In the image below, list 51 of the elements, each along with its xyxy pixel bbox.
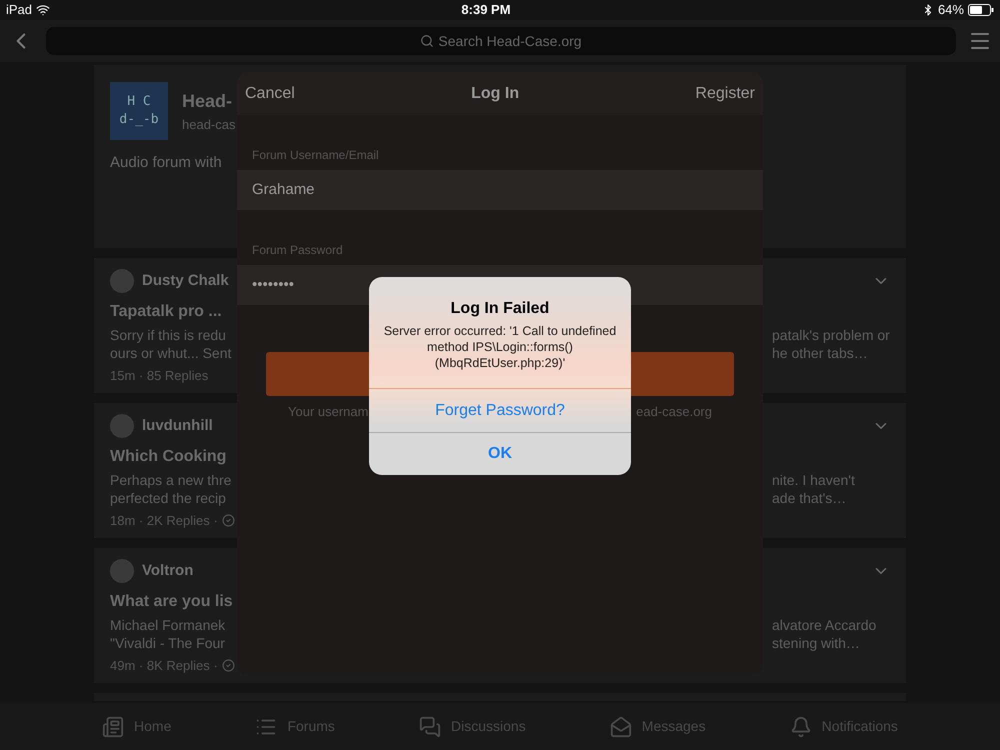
topic-excerpt: stening with… bbox=[772, 634, 861, 652]
author-name: Voltron bbox=[142, 560, 194, 581]
alert-button[interactable]: OK bbox=[369, 432, 631, 475]
topic-excerpt: "Vivaldi - The Four bbox=[110, 634, 225, 652]
topic-excerpt: he other tabs… bbox=[772, 344, 869, 362]
topic-excerpt: patalk's problem or bbox=[772, 326, 890, 344]
topic-excerpt: ade that's… bbox=[772, 489, 848, 507]
topic-title: Which Cooking bbox=[110, 447, 226, 467]
helper-text: ead-case.org bbox=[636, 403, 712, 421]
forum-logo: H C d-_-b bbox=[110, 82, 168, 140]
avatar bbox=[110, 559, 134, 583]
topic-excerpt: alvatore Accardo bbox=[772, 616, 878, 634]
alert-button[interactable]: Forget Password? bbox=[369, 389, 631, 432]
topic-meta: 18m · 2K Replies · bbox=[110, 512, 218, 530]
search-icon bbox=[420, 34, 434, 48]
forum-name: Head- bbox=[182, 90, 234, 113]
author-name: luvdunhill bbox=[142, 416, 213, 436]
topic-excerpt: nite. I haven't bbox=[772, 471, 856, 489]
avatar bbox=[110, 269, 134, 293]
topic-meta: 49m · 8K Replies · bbox=[110, 657, 218, 675]
topic-excerpt: ours or whut... Sent bbox=[110, 344, 232, 362]
forum-description: Audio forum with bbox=[110, 153, 222, 173]
topic-meta: 15m · 85 Replies bbox=[110, 367, 208, 385]
field-label: Forum Password bbox=[251, 242, 344, 259]
topic-title: Tapatalk pro ... bbox=[110, 302, 222, 322]
wifi-icon bbox=[36, 3, 50, 17]
status-time: 8:39 PM bbox=[461, 1, 511, 20]
topic-excerpt: perfected the recip bbox=[110, 489, 226, 507]
avatar bbox=[110, 414, 134, 438]
messages-tab-icon bbox=[610, 716, 632, 738]
author-name: Dusty Chalk bbox=[142, 270, 229, 291]
battery-icon bbox=[968, 4, 994, 16]
topic-excerpt: Perhaps a new thre bbox=[110, 471, 232, 489]
battery-percent: 64% bbox=[938, 1, 964, 20]
topic-excerpt: Sorry if this is redu bbox=[110, 326, 226, 344]
alert-message: Server error occurred: '1 Call to undefined method IPS\Login::forms() (MbqRdEtUser.php:29)' bbox=[383, 323, 617, 371]
alert-title: Log In Failed bbox=[450, 299, 550, 319]
topic-title: What are you lis bbox=[110, 592, 233, 612]
discussions-tab-icon bbox=[419, 716, 441, 738]
forum-url: head-cas bbox=[182, 116, 236, 134]
input-field[interactable]: Grahame bbox=[237, 170, 763, 210]
home-tab-icon bbox=[102, 716, 124, 738]
register-button[interactable]: Register bbox=[695, 82, 755, 106]
search-field[interactable]: Search Head-Case.org bbox=[46, 27, 956, 55]
cancel-button[interactable]: Cancel bbox=[245, 82, 295, 106]
notifications-tab-icon bbox=[790, 716, 812, 738]
topic-excerpt: Michael Formanek bbox=[110, 616, 226, 634]
helper-text: Your usernam bbox=[288, 403, 368, 421]
field-label: Forum Username/Email bbox=[251, 147, 380, 164]
sheet-title: Log In bbox=[471, 84, 520, 104]
device-name: iPad bbox=[6, 1, 32, 20]
